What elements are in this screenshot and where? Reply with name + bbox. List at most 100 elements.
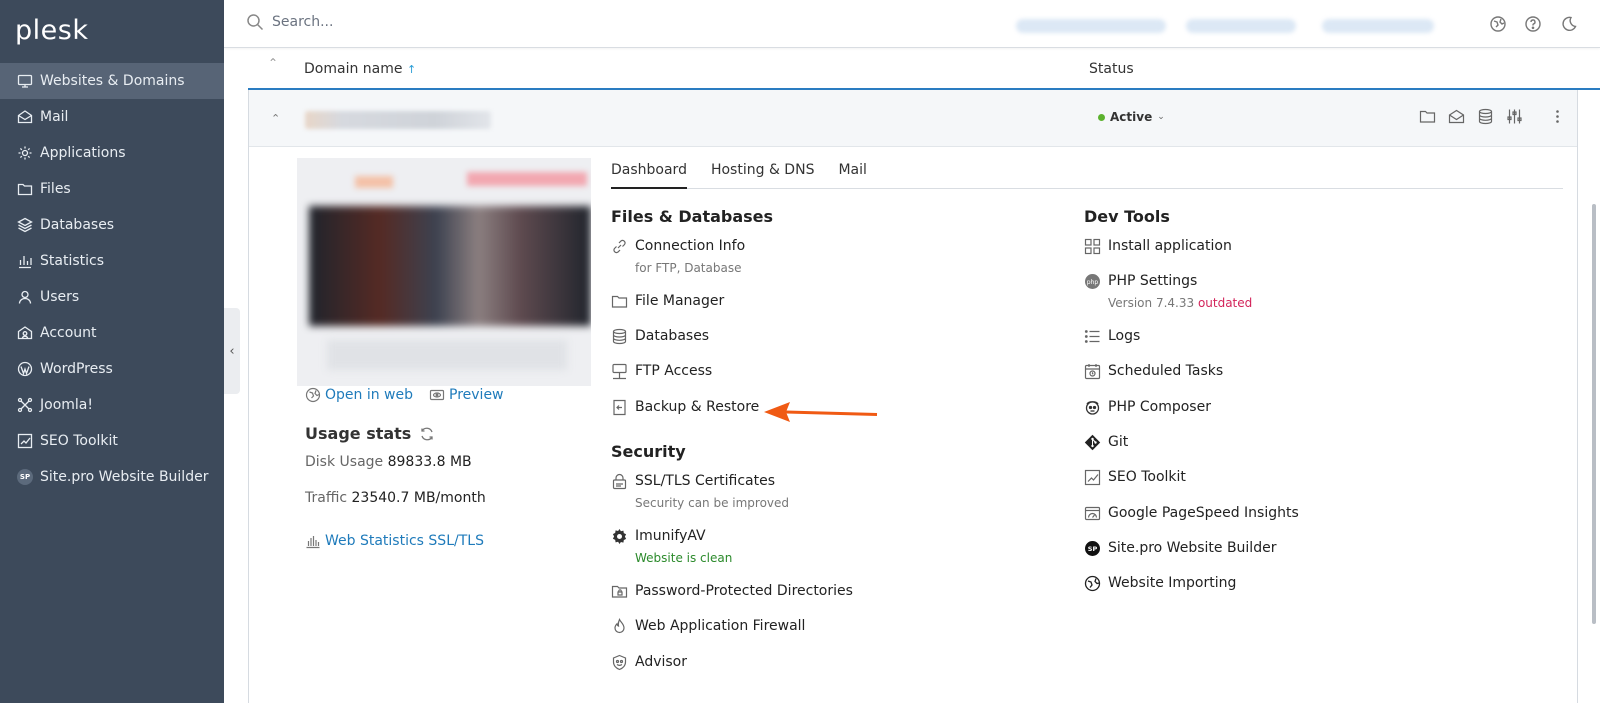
refresh-icon[interactable] (411, 426, 435, 442)
tool-subtitle: for FTP, Database (635, 261, 742, 275)
sidebar-item-seo-toolkit[interactable]: SEO Toolkit (0, 423, 224, 459)
tool-connection-info[interactable]: Connection Info for FTP, Database (611, 236, 745, 277)
tool-label: Advisor (635, 654, 688, 670)
more-options-icon[interactable] (1549, 108, 1567, 126)
svg-text:SP: SP (1088, 545, 1098, 553)
globe-import-icon (1084, 575, 1101, 592)
tab-hosting-dns[interactable]: Hosting & DNS (711, 162, 814, 189)
tool-scheduled-tasks[interactable]: Scheduled Tasks (1084, 361, 1223, 381)
tool-label: Logs (1108, 328, 1141, 344)
folder-icon[interactable] (1419, 108, 1437, 126)
search-input[interactable] (272, 14, 972, 30)
sidebar-item-wordpress[interactable]: WordPress (0, 351, 224, 387)
open-in-web-link[interactable]: Open in web (305, 387, 413, 403)
tool-databases[interactable]: Databases (611, 326, 709, 346)
sidebar-item-sitepro[interactable]: SP Site.pro Website Builder (0, 459, 224, 495)
sidebar-item-websites-domains[interactable]: Websites & Domains (0, 63, 224, 99)
composer-icon (1084, 399, 1101, 416)
sidebar-item-label: Statistics (40, 253, 104, 269)
tool-ftp-access[interactable]: FTP Access (611, 361, 712, 381)
sidebar-item-mail[interactable]: Mail (0, 99, 224, 135)
eye-icon (429, 387, 449, 403)
vertical-scrollbar[interactable] (1592, 204, 1596, 624)
redacted-topbar-item[interactable] (1016, 19, 1166, 33)
database-icon[interactable] (1477, 108, 1495, 126)
tool-website-importing[interactable]: Website Importing (1084, 573, 1236, 593)
tool-sitepro-builder[interactable]: SP Site.pro Website Builder (1084, 538, 1276, 558)
website-preview-thumbnail[interactable] (297, 158, 591, 386)
tool-label: Install application (1108, 238, 1232, 254)
redacted-topbar-item[interactable] (1186, 19, 1296, 33)
tool-label: Google PageSpeed Insights (1108, 505, 1299, 521)
tool-label: Git (1108, 434, 1129, 450)
tool-backup-restore[interactable]: Backup & Restore (611, 397, 759, 417)
collapse-all-icon[interactable]: ⌃ (268, 56, 278, 70)
tool-google-pagespeed[interactable]: Google PageSpeed Insights (1084, 503, 1299, 523)
tool-advisor[interactable]: Advisor (611, 652, 687, 672)
tab-dashboard[interactable]: Dashboard (611, 162, 687, 189)
section-files-databases-title: Files & Databases (611, 207, 774, 226)
outdated-badge[interactable]: outdated (1198, 296, 1252, 310)
tool-file-manager[interactable]: File Manager (611, 291, 724, 311)
sidebar-nav: Websites & Domains Mail Applications Fil… (0, 63, 224, 495)
link-icon (611, 238, 628, 255)
domain-row: ⌃ Active ⌄ (249, 90, 1577, 147)
dark-mode-icon[interactable] (1560, 15, 1578, 33)
redacted-topbar-item[interactable] (1322, 19, 1434, 33)
tool-label: FTP Access (635, 363, 713, 379)
preview-link[interactable]: Preview (429, 387, 504, 403)
tool-php-composer[interactable]: PHP Composer (1084, 397, 1211, 417)
tool-label: Scheduled Tasks (1108, 363, 1224, 379)
network-icon (611, 363, 628, 380)
section-dev-tools-title: Dev Tools (1084, 207, 1170, 226)
tool-ssl-tls[interactable]: SSL/TLS Certificates Security can be impr… (611, 471, 789, 512)
tool-imunifyav[interactable]: ImunifyAV Website is clean (611, 526, 732, 567)
tool-label: PHP Composer (1108, 399, 1211, 415)
account-icon (16, 324, 34, 342)
sidebar-item-label: WordPress (40, 361, 113, 377)
domain-name-redacted[interactable] (305, 111, 491, 129)
tool-web-application-firewall[interactable]: Web Application Firewall (611, 616, 805, 636)
tool-php-settings[interactable]: php PHP Settings Version 7.4.33 outdated (1084, 271, 1252, 312)
globe-icon[interactable] (1489, 15, 1507, 33)
sidebar-item-label: Files (40, 181, 71, 197)
domains-table-header: ⌃ Domain name ↑ Status (248, 48, 1600, 90)
sidebar-item-account[interactable]: Account (0, 315, 224, 351)
top-bar (224, 0, 1600, 48)
status-label: Active (1110, 110, 1153, 124)
tool-label: Website Importing (1108, 575, 1237, 591)
tool-install-application[interactable]: Install application (1084, 236, 1232, 256)
fire-icon (611, 618, 628, 635)
help-icon[interactable] (1524, 15, 1542, 33)
sidebar-item-label: Websites & Domains (40, 73, 185, 89)
status-dropdown[interactable]: Active ⌄ (1098, 110, 1165, 124)
sidebar-item-label: Databases (40, 217, 115, 233)
tool-label: Password-Protected Directories (635, 583, 853, 599)
sidebar: plesk Websites & Domains Mail Applicatio… (0, 0, 224, 703)
sidebar-item-statistics[interactable]: Statistics (0, 243, 224, 279)
tool-password-protected-directories[interactable]: Password-Protected Directories (611, 581, 853, 601)
tool-subtitle: Website is clean (635, 551, 733, 565)
chevron-up-icon[interactable]: ⌃ (271, 112, 280, 125)
sidebar-item-files[interactable]: Files (0, 171, 224, 207)
sidebar-item-users[interactable]: Users (0, 279, 224, 315)
tool-label: Connection Info (635, 238, 746, 254)
php-version: Version 7.4.33 outdated (1108, 296, 1253, 310)
sidebar-item-joomla[interactable]: Joomla! (0, 387, 224, 423)
tool-seo-toolkit[interactable]: SEO Toolkit (1084, 467, 1186, 487)
column-domain-name[interactable]: Domain name ↑ (304, 61, 416, 77)
joomla-icon (16, 396, 34, 414)
tab-mail[interactable]: Mail (838, 162, 866, 189)
sidebar-collapse-button[interactable]: ‹ (224, 308, 240, 394)
sidebar-item-applications[interactable]: Applications (0, 135, 224, 171)
web-statistics-link[interactable]: Web Statistics SSL/TLS (305, 533, 484, 549)
sidebar-item-label: Users (40, 289, 80, 305)
mail-icon[interactable] (1448, 108, 1466, 126)
settings-sliders-icon[interactable] (1506, 108, 1524, 126)
tool-logs[interactable]: Logs (1084, 326, 1140, 346)
plesk-logo[interactable]: plesk (15, 15, 88, 46)
tool-git[interactable]: Git (1084, 432, 1128, 452)
column-status[interactable]: Status (1089, 61, 1134, 77)
tool-label: SEO Toolkit (1108, 469, 1186, 485)
sidebar-item-databases[interactable]: Databases (0, 207, 224, 243)
